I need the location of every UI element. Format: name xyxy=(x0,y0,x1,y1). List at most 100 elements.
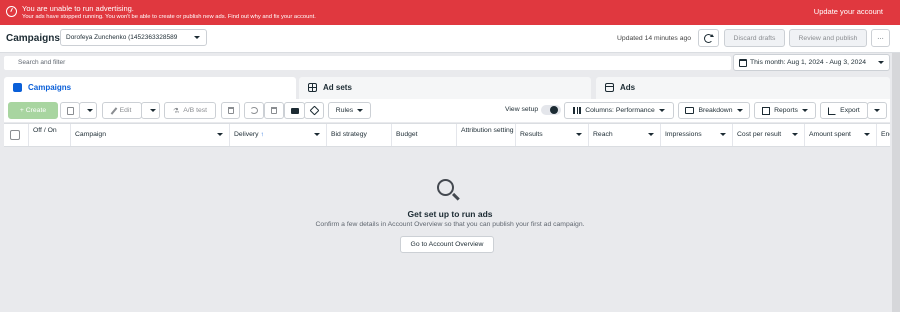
chevron-down-icon xyxy=(874,109,880,112)
scrollbar[interactable] xyxy=(892,53,900,312)
refresh-icon xyxy=(704,33,714,43)
columns-icon xyxy=(573,107,582,114)
calendar-icon xyxy=(739,59,747,67)
trash-icon xyxy=(227,107,234,114)
tab-label: Ad sets xyxy=(323,83,352,92)
columns-button[interactable]: Columns: Performance xyxy=(564,102,674,119)
duplicate-button[interactable] xyxy=(60,102,80,119)
tab-label: Ads xyxy=(620,83,636,92)
column-bid-strategy[interactable]: Bid strategy xyxy=(327,124,392,146)
chevron-down-icon xyxy=(87,109,93,112)
updated-status: Updated 14 minutes ago xyxy=(617,35,692,42)
create-button[interactable]: + Create xyxy=(8,102,58,119)
chevron-down-icon xyxy=(720,133,726,136)
delete-button[interactable] xyxy=(221,102,240,119)
campaign-icon xyxy=(13,83,22,92)
account-overview-button[interactable]: Go to Account Overview xyxy=(400,236,494,253)
column-attribution-setting[interactable]: Attribution setting xyxy=(457,124,516,146)
top-bar: Campaigns Dorofeya Zunchenko (1452363328… xyxy=(0,25,900,53)
breakdown-button[interactable]: Breakdown xyxy=(678,102,750,119)
chevron-down-icon xyxy=(149,109,156,112)
flask-icon: ⚗ xyxy=(172,107,180,115)
tab-ad-sets[interactable]: Ad sets xyxy=(299,77,591,99)
duplicate-icon xyxy=(66,106,74,115)
more-options-button[interactable]: ··· xyxy=(871,29,890,47)
ad-icon xyxy=(605,83,614,92)
chevron-down-icon xyxy=(658,109,665,112)
pencil-icon xyxy=(110,106,117,115)
chevron-down-icon xyxy=(801,109,808,112)
tab-label: Campaigns xyxy=(28,83,72,92)
empty-state-subtitle: Confirm a few details in Account Overvie… xyxy=(315,221,585,228)
chevron-down-icon xyxy=(736,109,743,112)
date-range-picker[interactable]: This month: Aug 1, 2024 - Aug 3, 2024 xyxy=(733,54,890,71)
breakdown-icon xyxy=(685,107,695,114)
chevron-down-icon xyxy=(792,133,798,136)
column-budget[interactable]: Budget xyxy=(392,124,457,146)
chevron-down-icon xyxy=(357,109,364,112)
chevron-down-icon xyxy=(648,133,654,136)
rules-label: Rules xyxy=(335,107,354,114)
column-results[interactable]: Results xyxy=(516,124,589,146)
breakdown-label: Breakdown xyxy=(698,107,733,114)
account-name: Dorofeya Zunchenko (1452363328589 xyxy=(66,34,178,41)
undo-button[interactable] xyxy=(244,102,264,119)
update-account-link[interactable]: Update your account xyxy=(814,7,883,16)
rules-button[interactable]: Rules xyxy=(328,102,371,119)
export-button[interactable]: Export xyxy=(820,102,868,119)
tag-button[interactable] xyxy=(304,102,324,119)
column-cost-per-result[interactable]: Cost per result xyxy=(733,124,805,146)
column-campaign[interactable]: Campaign xyxy=(71,124,230,146)
column-impressions[interactable]: Impressions xyxy=(661,124,733,146)
chevron-down-icon xyxy=(864,133,870,136)
column-delivery[interactable]: Delivery ↑ xyxy=(230,124,327,146)
undo-icon xyxy=(250,107,258,114)
trash-icon xyxy=(271,107,277,114)
select-all-column xyxy=(4,124,29,146)
select-all-checkbox[interactable] xyxy=(10,130,20,140)
chevron-down-icon xyxy=(194,36,200,39)
column-label: Reach xyxy=(593,131,613,138)
export-label: Export xyxy=(840,107,860,114)
grid-icon xyxy=(308,83,317,92)
tab-ads[interactable]: Ads xyxy=(596,77,890,99)
column-label: Amount spent xyxy=(809,131,851,138)
ab-test-button[interactable]: ⚗ A/B test xyxy=(164,102,216,119)
banner-title: You are unable to run advertising. xyxy=(22,4,134,13)
search-input[interactable]: Search and filter xyxy=(4,56,731,70)
refresh-button[interactable] xyxy=(698,29,719,47)
column-label: Impressions xyxy=(665,131,702,138)
alert-icon xyxy=(6,6,17,17)
chevron-down-icon xyxy=(576,133,582,136)
export-menu-button[interactable] xyxy=(867,102,887,119)
tab-campaigns[interactable]: Campaigns xyxy=(4,77,296,99)
column-off-on[interactable]: Off / On xyxy=(29,124,71,146)
preview-button[interactable] xyxy=(284,102,305,119)
view-setup-toggle[interactable] xyxy=(541,105,561,115)
banner-message: Your ads have stopped running. You won't… xyxy=(22,14,316,20)
table-body xyxy=(4,148,890,312)
empty-state-title: Get set up to run ads xyxy=(407,209,493,219)
reports-label: Reports xyxy=(774,107,798,114)
columns-label: Columns: Performance xyxy=(585,107,655,114)
chevron-down-icon xyxy=(878,61,884,64)
edit-label: Edit xyxy=(119,107,132,114)
sort-ascending-icon: ↑ xyxy=(260,131,264,138)
chevron-down-icon xyxy=(314,133,320,136)
review-publish-button[interactable]: Review and publish xyxy=(789,29,867,47)
preview-icon xyxy=(290,107,299,114)
view-setup-label: View setup xyxy=(505,106,539,113)
reports-button[interactable]: Reports xyxy=(754,102,816,119)
account-selector[interactable]: Dorofeya Zunchenko (1452363328589 xyxy=(60,29,207,46)
edit-menu-button[interactable] xyxy=(141,102,160,119)
discard-drafts-button[interactable]: Discard drafts xyxy=(724,29,785,47)
column-amount-spent[interactable]: Amount spent xyxy=(805,124,877,146)
trash-button[interactable] xyxy=(264,102,284,119)
duplicate-menu-button[interactable] xyxy=(79,102,97,119)
column-reach[interactable]: Reach xyxy=(589,124,661,146)
table-header: Off / On Campaign Delivery ↑ Bid strateg… xyxy=(4,123,890,147)
edit-button[interactable]: Edit xyxy=(102,102,142,119)
chevron-down-icon xyxy=(217,133,223,136)
tag-icon xyxy=(309,105,319,116)
column-end[interactable]: End xyxy=(877,124,890,146)
